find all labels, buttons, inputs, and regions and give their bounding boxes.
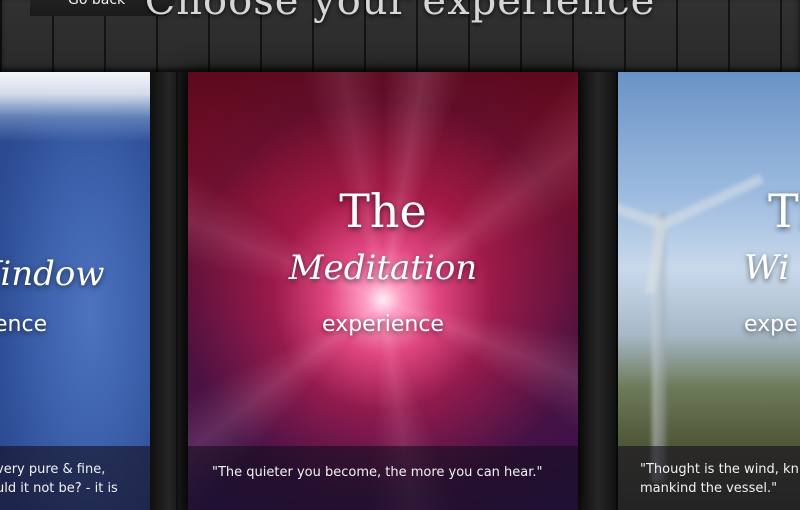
experience-card-window[interactable]: Window ence very pure & fine, uld it not…	[0, 72, 150, 510]
card-title-experience: experience	[322, 312, 444, 337]
card-title-name: Window	[0, 254, 105, 294]
quote-band: very pure & fine, uld it not be? - it is	[0, 446, 150, 510]
card-title-the: The	[339, 184, 427, 238]
card-divider	[578, 72, 618, 510]
card-title-name: Wi	[744, 248, 790, 288]
card-title-the: Th	[768, 184, 800, 238]
quote-band: "Thought is the wind, kn mankind the ves…	[618, 446, 800, 510]
card-quote-line-1: "The quieter you become, the more you ca…	[212, 465, 543, 480]
experience-card-meditation[interactable]: The Meditation experience "The quieter y…	[188, 72, 578, 510]
header-bar: Go back Choose your experience	[0, 0, 800, 72]
card-title-experience: ence	[0, 312, 48, 337]
light-burst	[188, 72, 578, 510]
experience-carousel: Window ence very pure & fine, uld it not…	[0, 72, 800, 510]
card-quote-line-2: uld it not be? - it is	[0, 481, 118, 496]
card-divider	[150, 72, 188, 510]
card-title-experience: expe	[744, 312, 798, 337]
card-title-name: Meditation	[288, 248, 478, 288]
card-quote-line-2: mankind the vessel."	[640, 481, 778, 496]
quote-band: "The quieter you become, the more you ca…	[188, 446, 578, 510]
experience-card-wind[interactable]: Th Wi expe "Thought is the wind, kn mank…	[618, 72, 800, 510]
card-quote-line-1: very pure & fine,	[0, 462, 106, 477]
card-quote-line-1: "Thought is the wind, kn	[640, 462, 799, 477]
page-title: Choose your experience	[144, 0, 656, 24]
